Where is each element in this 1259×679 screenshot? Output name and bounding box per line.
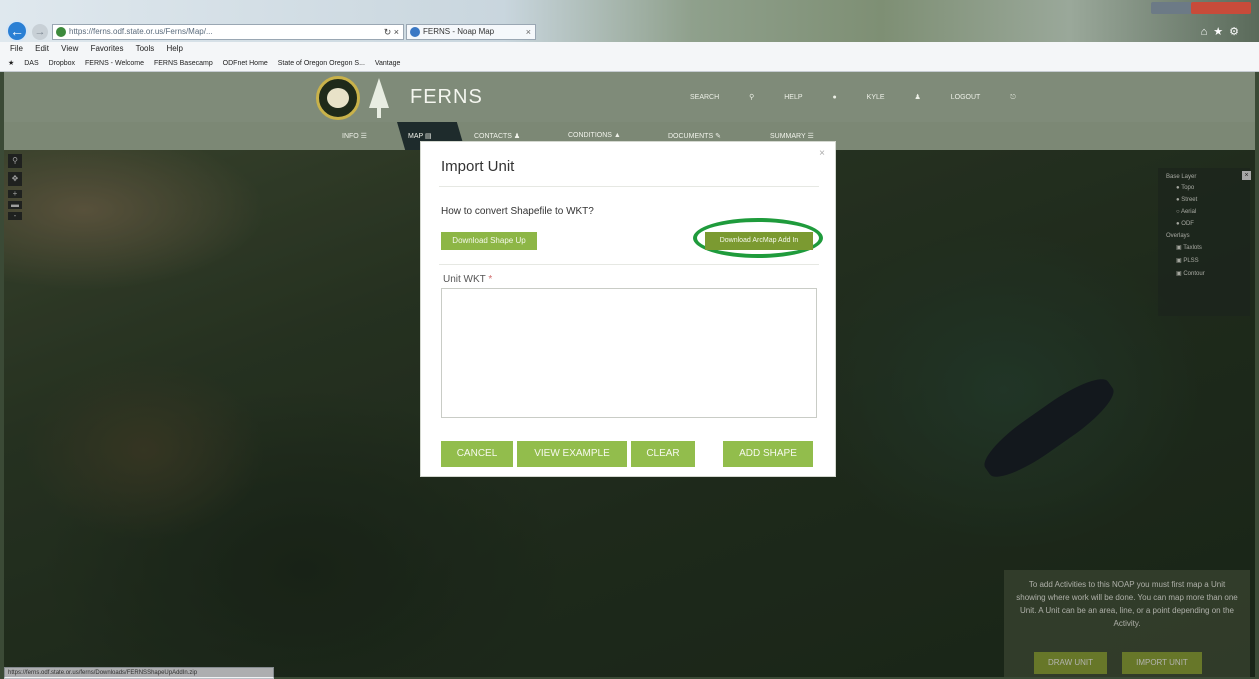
ie-icon — [410, 27, 420, 37]
fav-ferns-basecamp[interactable]: FERNS Basecamp — [154, 60, 213, 67]
site-header: FERNS SEARCH ⚲ HELP ● KYLE ♟ LOGOUT ⎋ — [4, 72, 1255, 122]
convert-question: How to convert Shapefile to WKT? — [441, 206, 594, 217]
window-controls[interactable] — [1151, 2, 1251, 14]
download-arcmap-addin-button[interactable]: Download ArcMap Add In — [705, 232, 813, 250]
menu-view[interactable]: View — [61, 44, 78, 53]
required-mark: * — [488, 274, 493, 285]
odf-seal-logo — [316, 76, 360, 120]
divider — [439, 186, 819, 187]
browser-tab[interactable]: FERNS - Noap Map × — [406, 24, 536, 40]
nav-help[interactable]: HELP ● — [784, 94, 836, 101]
menu-file[interactable]: File — [10, 44, 23, 53]
favorites-bar: ★ DAS Dropbox FERNS - Welcome FERNS Base… — [0, 56, 1259, 72]
favorites-star-icon[interactable]: ★ — [8, 60, 14, 67]
modal-title: Import Unit — [441, 158, 515, 175]
browser-titlebar: ← → https://ferns.odf.state.or.us/Ferns/… — [0, 0, 1259, 42]
import-unit-modal: × Import Unit How to convert Shapefile t… — [420, 141, 836, 477]
site-icon — [56, 27, 66, 37]
tab-documents[interactable]: DOCUMENTS ✎ — [668, 132, 721, 140]
address-bar[interactable]: https://ferns.odf.state.or.us/Ferns/Map/… — [52, 24, 404, 40]
forward-button[interactable]: → — [32, 24, 48, 40]
top-nav: SEARCH ⚲ HELP ● KYLE ♟ LOGOUT ⎋ — [690, 93, 1044, 102]
home-star-gear-icons[interactable]: ⌂★⚙ — [1201, 25, 1245, 38]
back-button[interactable]: ← — [6, 20, 28, 42]
fav-odfnet[interactable]: ODFnet Home — [223, 60, 268, 67]
address-text: https://ferns.odf.state.or.us/Ferns/Map/… — [69, 27, 213, 36]
tab-map[interactable]: MAP ▤ — [408, 132, 432, 140]
fav-vantage[interactable]: Vantage — [375, 60, 401, 67]
fav-ferns-welcome[interactable]: FERNS - Welcome — [85, 60, 144, 67]
nav-logout[interactable]: LOGOUT ⎋ — [951, 94, 1016, 101]
menu-bar: File Edit View Favorites Tools Help — [0, 42, 1259, 56]
tab-conditions[interactable]: CONDITIONS ▲ — [568, 132, 621, 139]
nav-user[interactable]: KYLE ♟ — [867, 94, 921, 101]
download-shape-up-button[interactable]: Download Shape Up — [441, 232, 537, 250]
menu-tools[interactable]: Tools — [136, 44, 155, 53]
refresh-icon[interactable]: ↻ × — [384, 25, 399, 39]
add-shape-button[interactable]: ADD SHAPE — [723, 441, 813, 467]
menu-help[interactable]: Help — [167, 44, 183, 53]
unit-wkt-textarea[interactable] — [441, 288, 817, 418]
menu-edit[interactable]: Edit — [35, 44, 49, 53]
tab-close-icon[interactable]: × — [526, 25, 531, 39]
nav-search[interactable]: SEARCH ⚲ — [690, 94, 754, 101]
clear-button[interactable]: CLEAR — [631, 441, 695, 467]
tab-info[interactable]: INFO ☰ — [342, 132, 367, 140]
tab-title: FERNS - Noap Map — [423, 27, 495, 36]
divider — [439, 264, 819, 265]
fav-das[interactable]: DAS — [24, 60, 38, 67]
cancel-button[interactable]: CANCEL — [441, 441, 513, 467]
fav-dropbox[interactable]: Dropbox — [49, 60, 75, 67]
brand-title: FERNS — [410, 86, 483, 108]
view-example-button[interactable]: VIEW EXAMPLE — [517, 441, 627, 467]
fav-state-oregon[interactable]: State of Oregon Oregon S... — [278, 60, 365, 67]
tab-summary[interactable]: SUMMARY ☰ — [770, 132, 814, 140]
menu-favorites[interactable]: Favorites — [91, 44, 124, 53]
tree-logo-icon — [369, 78, 389, 118]
tab-contacts[interactable]: CONTACTS ♟ — [474, 132, 520, 140]
modal-close-icon[interactable]: × — [819, 148, 825, 159]
unit-wkt-label: Unit WKT * — [443, 274, 493, 285]
